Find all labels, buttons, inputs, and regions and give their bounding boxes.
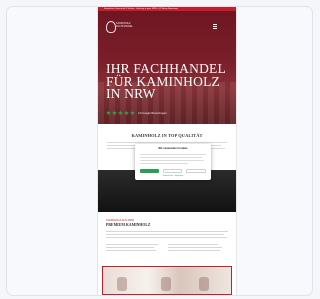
cookie-accept-button[interactable]	[140, 169, 159, 173]
cookie-text-line	[140, 160, 204, 161]
star-icon	[124, 110, 129, 116]
text-line	[106, 234, 224, 235]
cookie-text-line	[140, 157, 202, 158]
intro-title: PREMIUM KAMINHOLZ	[106, 223, 151, 227]
star-icon	[118, 110, 123, 116]
text-line	[106, 237, 227, 238]
hamburger-menu-icon[interactable]	[213, 24, 217, 29]
cookie-text-line	[140, 163, 188, 164]
image-figure	[161, 277, 171, 291]
site-logo[interactable]: KAMINHOLZ FACHHANDEL	[106, 21, 136, 33]
logo-mark-icon	[106, 21, 116, 33]
rating-text: 4,9 Google Bewertungen	[138, 111, 167, 115]
preview-card: Kostenloser Versand ab 5 Säcken • Liefer…	[6, 6, 313, 296]
image-figure	[117, 277, 127, 291]
cookie-deny-button[interactable]	[163, 169, 182, 173]
text-line	[106, 231, 228, 232]
hero-headline: IHR FACHHANDEL FÜR KAMINHOLZ IN NRW	[106, 61, 226, 101]
product-image-strip	[102, 266, 232, 295]
hero-rating: 4,9 Google Bewertungen	[106, 110, 167, 116]
list-line	[106, 244, 158, 245]
text-line	[107, 142, 227, 143]
list-line	[106, 247, 154, 248]
image-figure	[199, 277, 209, 291]
cookie-settings-button[interactable]	[186, 169, 206, 173]
intro-section: KAMINHOLZ AUS NRW PREMIUM KAMINHOLZ	[98, 212, 236, 264]
intro-label: KAMINHOLZ AUS NRW	[106, 219, 134, 222]
cookie-links[interactable]: Datenschutz · Impressum	[135, 175, 211, 177]
cookie-title: Wir verwenden Cookies	[158, 147, 188, 150]
mobile-page-screenshot[interactable]: Kostenloser Versand ab 5 Säcken • Liefer…	[98, 7, 236, 295]
cookie-text-line	[140, 154, 206, 155]
logo-line-2: FACHHANDEL	[116, 25, 133, 28]
quality-heading: KAMINHOLZ IN TOP QUALITÄT	[131, 133, 203, 138]
star-icon	[112, 110, 117, 116]
hero-section: KAMINHOLZ FACHHANDEL IHR FACHHANDEL FÜR …	[98, 11, 236, 124]
list-line	[106, 250, 156, 251]
star-icon	[130, 110, 135, 116]
cookie-consent-dialog: Wir verwenden Cookies Datenschutz · Impr…	[135, 144, 211, 180]
logo-text: KAMINHOLZ FACHHANDEL	[116, 22, 133, 28]
list-line	[168, 250, 220, 251]
list-line	[168, 244, 218, 245]
star-icon	[106, 110, 111, 116]
list-line	[168, 247, 222, 248]
